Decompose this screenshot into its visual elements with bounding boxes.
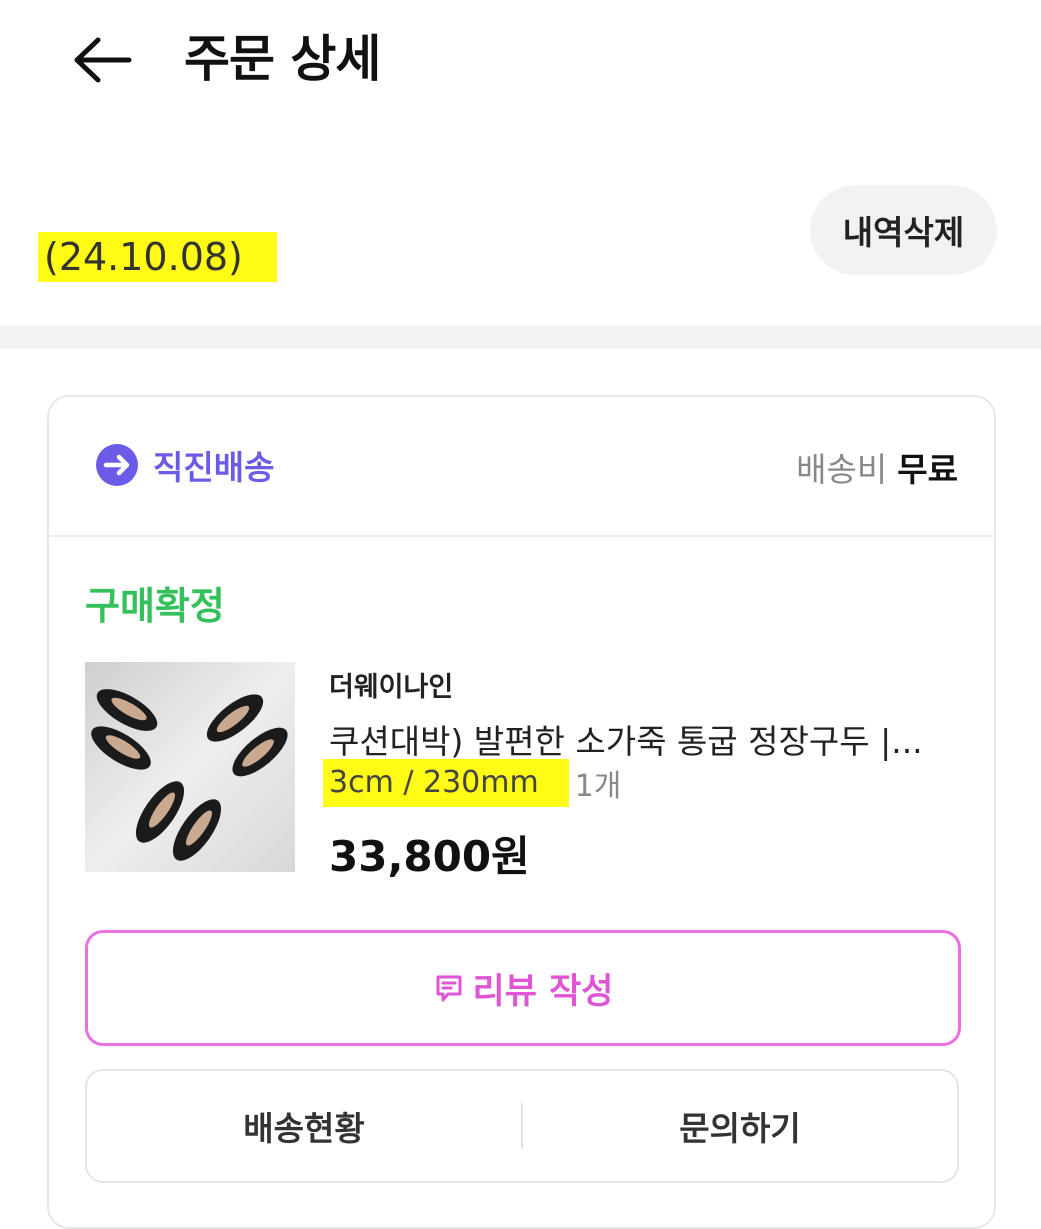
shoes-image (85, 662, 295, 872)
message-icon (436, 975, 461, 1002)
write-review-label: 리뷰 작성 (472, 971, 614, 1012)
shipping-fee-value: 무료 (897, 450, 958, 489)
product-option: 3cm / 230mm (323, 759, 569, 807)
order-date: (24.10.08) (38, 232, 277, 282)
product-image[interactable] (85, 662, 295, 872)
arrow-left-icon (74, 37, 132, 83)
shipping-type: 직진배송 (95, 441, 274, 489)
shipping-fee: 배송비 무료 (796, 443, 958, 491)
header: 주문 상세 (0, 0, 1041, 120)
product-option-row: 3cm / 230mm 1개 (323, 759, 621, 807)
page-title: 주문 상세 (184, 30, 381, 88)
brand-name[interactable]: 더웨이나인 (329, 665, 453, 704)
write-review-button[interactable]: 리뷰 작성 (85, 930, 961, 1046)
order-status: 구매확정 (85, 584, 225, 628)
inquiry-button[interactable]: 문의하기 (523, 1102, 957, 1150)
section-divider (0, 325, 1041, 349)
arrow-circle-icon (96, 444, 138, 486)
order-action-bar: 배송현황 문의하기 (85, 1069, 959, 1183)
shipping-type-label: 직진배송 (153, 448, 275, 487)
shipping-fee-label: 배송비 (796, 450, 888, 489)
order-item-card: 직진배송 배송비 무료 구매확정 더웨이나인 쿠션대박) 발편한 소가죽 통굽 … (47, 395, 996, 1229)
back-button[interactable] (70, 30, 136, 90)
product-name[interactable]: 쿠션대박) 발편한 소가죽 통굽 정장구두 |... (329, 715, 969, 763)
delivery-status-button[interactable]: 배송현황 (87, 1102, 521, 1150)
product-quantity: 1개 (574, 769, 622, 804)
delete-history-button[interactable]: 내역삭제 (810, 185, 997, 275)
shipping-header: 직진배송 배송비 무료 (49, 397, 994, 537)
product-price: 33,800원 (329, 832, 530, 881)
